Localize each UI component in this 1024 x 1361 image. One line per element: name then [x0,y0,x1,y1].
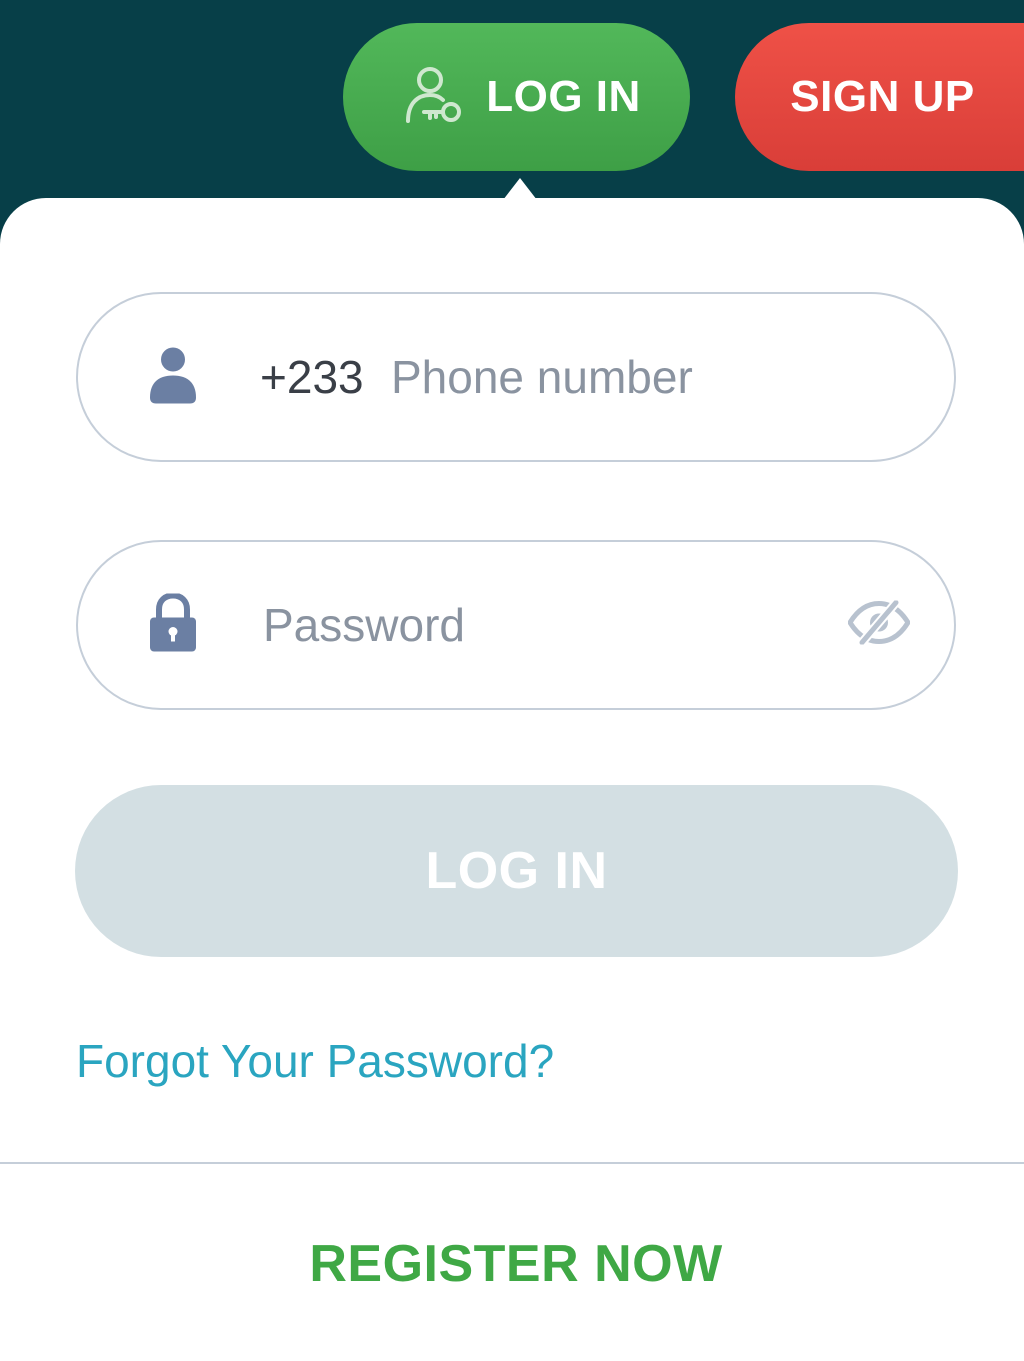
password-field[interactable] [76,540,956,710]
divider [0,1162,1024,1164]
login-submit-label: LOG IN [425,842,608,900]
register-now-link[interactable]: REGISTER NOW [0,1234,1024,1294]
phone-field[interactable]: +233 [76,292,956,462]
header-login-button[interactable]: LOG IN [343,23,690,171]
header-login-label: LOG IN [486,72,641,121]
forgot-password-link[interactable]: Forgot Your Password? [76,1034,554,1088]
dropdown-pointer [503,178,537,200]
header-signup-button[interactable]: SIGN UP [735,23,1024,171]
user-icon [150,346,196,409]
header-signup-label: SIGN UP [790,72,975,121]
lock-icon [150,592,196,657]
user-key-icon [400,63,464,132]
password-input[interactable] [263,598,823,652]
eye-hidden-icon[interactable] [847,598,911,650]
login-submit-button[interactable]: LOG IN [75,785,958,957]
phone-input[interactable] [391,350,911,404]
top-header: LOG IN SIGN UP [0,0,1024,220]
country-code: +233 [260,351,364,403]
